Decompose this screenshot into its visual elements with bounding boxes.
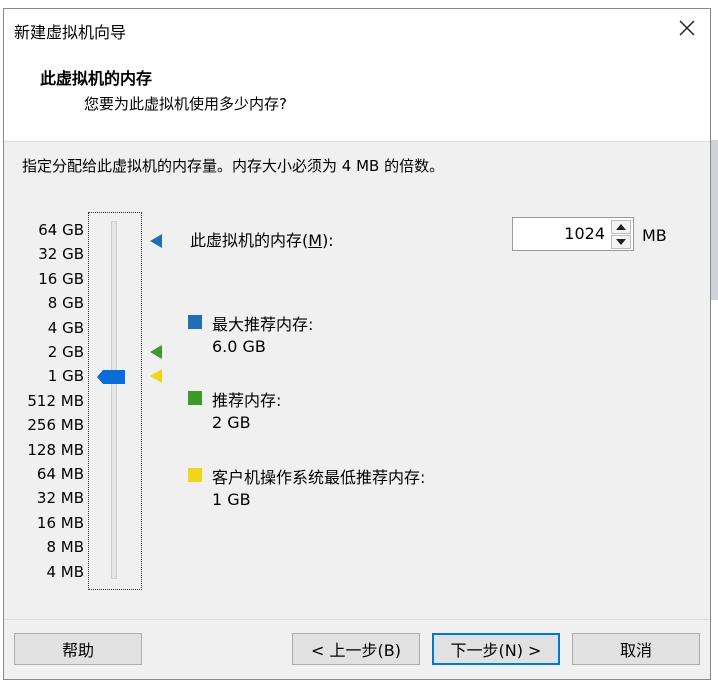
spin-up-button[interactable] — [611, 220, 631, 234]
memory-scale-label: 64 MB — [36, 465, 84, 483]
footer-divider — [4, 619, 710, 620]
recommended-value: 2 GB — [212, 413, 251, 432]
memory-scale-label: 8 MB — [46, 538, 84, 557]
memory-scale-label: 8 GB — [47, 294, 84, 313]
recommended-swatch — [188, 391, 202, 405]
slider-thumb[interactable] — [97, 370, 125, 385]
recommended-marker-icon — [150, 345, 162, 359]
memory-value-input[interactable]: 1024 — [564, 224, 605, 243]
memory-scale-label: 2 GB — [47, 343, 84, 361]
arrow-down-icon — [616, 239, 626, 245]
close-icon — [679, 20, 695, 36]
min-recommended-value: 1 GB — [212, 490, 251, 509]
max-recommended-marker-icon — [150, 234, 162, 249]
min-recommended-label: 客户机操作系统最低推荐内存: — [212, 468, 426, 487]
next-button[interactable]: 下一步(N) > — [432, 633, 560, 665]
min-recommended-marker-icon — [150, 369, 162, 384]
memory-size-label: 此虚拟机的内存(M): — [190, 231, 334, 250]
memory-scale-label: 16 MB — [36, 513, 84, 532]
memory-scale-label: 4 GB — [47, 318, 84, 337]
cancel-button[interactable]: 取消 — [572, 633, 700, 665]
new-vm-wizard-dialog: 新建虚拟机向导 此虚拟机的内存 您要为此虚拟机使用多少内存? 指定分配给此虚拟机… — [3, 8, 711, 680]
memory-scale-label: 4 MB — [46, 562, 84, 581]
spin-down-button[interactable] — [611, 235, 631, 249]
help-button[interactable]: 帮助 — [14, 633, 142, 665]
memory-unit-label: MB — [642, 226, 667, 245]
memory-scale-label: 1 GB — [47, 367, 84, 386]
window-title: 新建虚拟机向导 — [14, 23, 127, 42]
arrow-up-icon — [616, 224, 626, 230]
memory-scale-label: 512 MB — [27, 391, 84, 410]
page-title: 此虚拟机的内存 — [40, 69, 153, 88]
wizard-header: 此虚拟机的内存 您要为此虚拟机使用多少内存? — [4, 51, 710, 142]
title-bar: 新建虚拟机向导 — [4, 9, 710, 51]
instruction-text: 指定分配给此虚拟机的内存量。内存大小必须为 4 MB 的倍数。 — [22, 157, 445, 175]
memory-slider[interactable] — [88, 212, 142, 590]
page-subtitle: 您要为此虚拟机使用多少内存? — [84, 95, 287, 113]
memory-scale-label: 256 MB — [27, 416, 84, 435]
slider-track[interactable] — [111, 221, 117, 579]
memory-scale-label: 32 GB — [38, 245, 84, 264]
min-recommended-swatch — [188, 468, 202, 482]
back-button[interactable]: < 上一步(B) — [292, 633, 420, 665]
close-button[interactable] — [676, 17, 698, 39]
memory-scale-label: 32 MB — [36, 489, 84, 508]
max-recommended-swatch — [188, 315, 202, 329]
memory-scale-label: 16 GB — [38, 269, 84, 288]
max-recommended-value: 6.0 GB — [212, 337, 266, 356]
max-recommended-label: 最大推荐内存: — [212, 315, 314, 334]
memory-spinbox[interactable]: 1024 — [512, 217, 634, 251]
memory-scale-label: 128 MB — [27, 440, 84, 459]
recommended-label: 推荐内存: — [212, 391, 282, 410]
memory-scale-label: 64 GB — [38, 221, 84, 239]
